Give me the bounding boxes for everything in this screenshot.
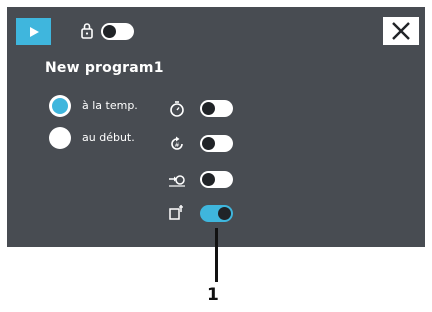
play-icon bbox=[29, 26, 39, 37]
toggle-knob bbox=[202, 173, 215, 186]
timer-icon bbox=[170, 101, 184, 117]
toggle-knob bbox=[202, 137, 215, 150]
close-button[interactable] bbox=[383, 17, 419, 45]
program-title: New program1 bbox=[45, 60, 164, 76]
radio-at-start[interactable] bbox=[49, 127, 71, 149]
close-icon bbox=[392, 22, 410, 40]
toggle-knob bbox=[218, 207, 231, 220]
callout-number: 1 bbox=[207, 285, 219, 305]
repeat-icon: # bbox=[171, 136, 183, 150]
lock-toggle[interactable] bbox=[101, 23, 134, 40]
delay-toggle[interactable] bbox=[200, 171, 233, 188]
radio-label-at-start: au début. bbox=[82, 131, 135, 144]
delay-icon bbox=[169, 175, 185, 187]
toggle-knob bbox=[103, 25, 116, 38]
program-settings-panel: New program1 à la temp. au début. # bbox=[7, 7, 425, 247]
radio-label-at-temperature: à la temp. bbox=[82, 99, 138, 112]
play-button[interactable] bbox=[16, 18, 51, 45]
lock-icon bbox=[81, 23, 93, 39]
svg-text:#: # bbox=[175, 142, 180, 149]
callout-line bbox=[215, 228, 218, 282]
repeat-toggle[interactable] bbox=[200, 135, 233, 152]
radio-at-temperature[interactable] bbox=[49, 95, 71, 117]
timer-toggle[interactable] bbox=[200, 100, 233, 117]
probe-toggle[interactable] bbox=[200, 205, 233, 222]
toggle-knob bbox=[202, 102, 215, 115]
probe-icon bbox=[169, 205, 183, 220]
